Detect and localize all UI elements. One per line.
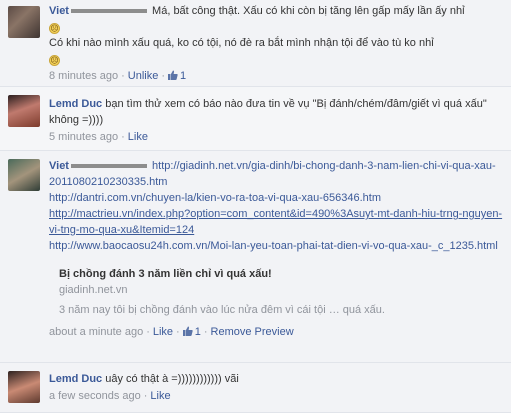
like-button[interactable]: Like (153, 326, 173, 338)
comment-text: bạn tìm thử xem có báo nào đưa tin về vụ… (49, 98, 487, 126)
avatar[interactable] (8, 371, 40, 403)
frown-emoticon-icon: ☹ (49, 55, 60, 66)
frown-emoticon-icon: ☹ (49, 23, 60, 34)
link-preview-domain: giadinh.net.vn (59, 284, 128, 296)
author-name[interactable]: Lemd Duc (49, 98, 102, 110)
like-count[interactable]: 1 (180, 70, 186, 82)
author-name[interactable]: Viet (49, 5, 69, 17)
redacted-name-bar (70, 164, 147, 169)
link-preview-title[interactable]: Bị chồng đánh 3 năm liền chỉ vì quá xấu! (59, 266, 505, 282)
comment-text: Có khi nào mình xấu quá, ko có tội, nó đ… (49, 37, 434, 49)
comment-item: Lemd Duc uây có thật à =)))))))))))) vãi… (0, 363, 511, 413)
unlike-button[interactable]: Unlike (128, 70, 159, 82)
comment-body: Lemd Duc uây có thật à =)))))))))))) vãi… (49, 371, 505, 404)
thumbs-up-icon[interactable] (182, 326, 193, 336)
redacted-name-bar (70, 9, 147, 14)
thumbs-up-icon[interactable] (168, 70, 178, 80)
like-button[interactable]: Like (128, 131, 148, 143)
timestamp[interactable]: about a minute ago (49, 326, 143, 338)
comment-body: Viet Má, bất công thật. Xấu có khi còn b… (49, 3, 505, 84)
comment-text: Má, bất công thật. Xấu có khi còn bị tăn… (152, 5, 465, 17)
remove-preview-button[interactable]: Remove Preview (211, 326, 294, 338)
like-button[interactable]: Like (150, 390, 170, 402)
link-preview[interactable]: Bị chồng đánh 3 năm liền chỉ vì quá xấu!… (59, 266, 505, 318)
comment-body: Lemd Duc bạn tìm thử xem có báo nào đưa … (49, 96, 505, 145)
avatar[interactable] (8, 95, 40, 127)
author-name[interactable]: Lemd Duc (49, 373, 102, 385)
like-count[interactable]: 1 (195, 326, 201, 338)
comment-body: Viet http://giadinh.net.vn/gia-dinh/bi-c… (49, 158, 505, 340)
timestamp[interactable]: 5 minutes ago (49, 131, 118, 143)
comment-meta: a few seconds ago · Like (49, 390, 171, 402)
timestamp[interactable]: a few seconds ago (49, 390, 141, 402)
comment-meta: 8 minutes ago · Unlike · 1 (49, 70, 187, 82)
link-dantri[interactable]: http://dantri.com.vn/chuyen-la/kien-vo-r… (49, 192, 381, 204)
avatar[interactable] (8, 159, 40, 191)
timestamp[interactable]: 8 minutes ago (49, 70, 118, 82)
comment-item: Viet Má, bất công thật. Xấu có khi còn b… (0, 0, 511, 87)
avatar[interactable] (8, 6, 40, 38)
author-name[interactable]: Viet (49, 160, 69, 172)
comment-text: uây có thật à =)))))))))))) vãi (105, 373, 239, 385)
comment-item: Viet http://giadinh.net.vn/gia-dinh/bi-c… (0, 151, 511, 363)
comment-meta: 5 minutes ago · Like (49, 131, 148, 143)
link-mactrieu[interactable]: http://mactrieu.vn/index.php?option=com_… (49, 208, 502, 236)
comment-item: Lemd Duc bạn tìm thử xem có báo nào đưa … (0, 87, 511, 151)
link-baocaosu24h[interactable]: http://www.baocaosu24h.com.vn/Moi-lan-ye… (49, 240, 498, 252)
comment-meta: about a minute ago · Like · 1 · Remove Preview (49, 326, 294, 338)
link-preview-description: 3 năm nay tôi bị chồng đánh vào lúc nửa … (59, 304, 385, 316)
